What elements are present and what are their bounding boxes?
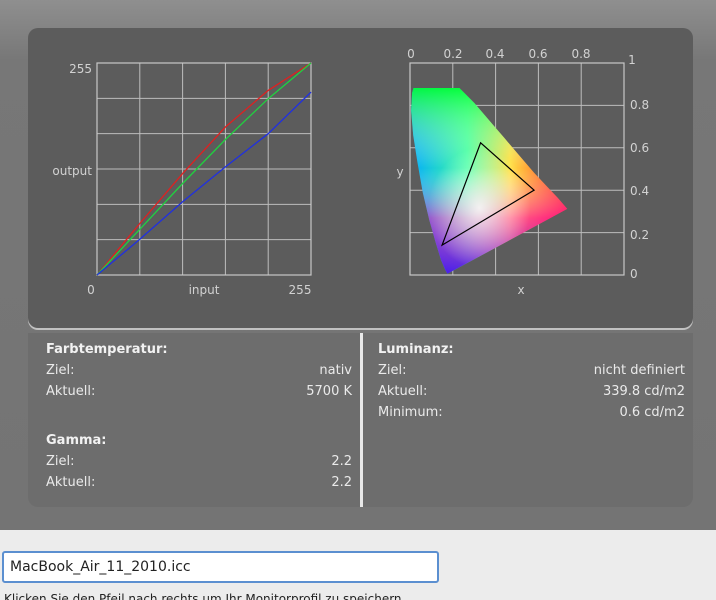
spectral-locus-fill (411, 88, 568, 274)
cie-x-tick: 0.6 (528, 47, 547, 61)
cie-chromaticity-chart: 0 0.2 0.4 0.6 0.8 1 0.8 0.6 0.4 0.2 0 y … (396, 47, 649, 297)
gamma-current-row: Aktuell: 2.2 (46, 475, 352, 493)
gamma-target-value: 2.2 (331, 454, 352, 469)
luminance-current-row: Aktuell: 339.8 cd/m2 (378, 384, 685, 402)
luminance-panel: Luminanz: Ziel: nicht definiert Aktuell:… (363, 333, 693, 507)
cie-x-tick: 1 (628, 53, 636, 67)
cie-y-tick: 0.6 (630, 141, 649, 155)
luminance-minimum-label: Minimum: (378, 405, 443, 420)
cie-y-tick: 0.4 (630, 184, 649, 198)
luminance-current-value: 339.8 cd/m2 (602, 384, 685, 399)
color-temperature-current-row: Aktuell: 5700 K (46, 384, 352, 402)
color-temperature-current-label: Aktuell: (46, 384, 96, 399)
gamma-target-label: Ziel: (46, 454, 75, 469)
gamma-title: Gamma: (46, 433, 107, 448)
color-temperature-title: Farbtemperatur: (46, 342, 168, 357)
color-temperature-target-value: nativ (319, 363, 352, 378)
cie-y-tick: 0.2 (630, 228, 649, 242)
cie-x-tick: 0 (407, 47, 415, 61)
cie-x-ticks: 0 0.2 0.4 0.6 0.8 1 (407, 47, 636, 67)
cie-x-tick: 0.2 (443, 47, 462, 61)
luminance-current-label: Aktuell: (378, 384, 428, 399)
cie-x-tick: 0.4 (485, 47, 504, 61)
cie-y-tick: 0.8 (630, 98, 649, 112)
luminance-target-label: Ziel: (378, 363, 407, 378)
gamma-current-value: 2.2 (331, 475, 352, 490)
profile-filename-input[interactable] (2, 551, 439, 583)
cie-x-tick: 0.8 (571, 47, 590, 61)
charts-panel: 255 output 0 input 255 0 0.2 0.4 0.6 0.8… (28, 28, 693, 328)
color-temperature-current-value: 5700 K (306, 384, 352, 399)
luminance-minimum-row: Minimum: 0.6 cd/m2 (378, 405, 685, 423)
cie-x-axis-label: x (517, 283, 524, 297)
cie-y-ticks: 0.8 0.6 0.4 0.2 0 (630, 98, 649, 281)
luminance-target-row: Ziel: nicht definiert (378, 363, 685, 381)
cie-y-tick: 0 (630, 267, 638, 281)
luminance-target-value: nicht definiert (593, 363, 685, 378)
luminance-title: Luminanz: (378, 342, 454, 357)
color-temperature-target-row: Ziel: nativ (46, 363, 352, 381)
gamma-current-label: Aktuell: (46, 475, 96, 490)
luminance-minimum-value: 0.6 cd/m2 (619, 405, 685, 420)
cie-y-axis-label: y (396, 165, 403, 179)
color-temperature-gamma-panel: Farbtemperatur: Ziel: nativ Aktuell: 570… (28, 333, 360, 507)
save-hint-text: Klicken Sie den Pfeil nach rechts um Ihr… (4, 592, 406, 600)
color-temperature-target-label: Ziel: (46, 363, 75, 378)
gamma-target-row: Ziel: 2.2 (46, 454, 352, 472)
